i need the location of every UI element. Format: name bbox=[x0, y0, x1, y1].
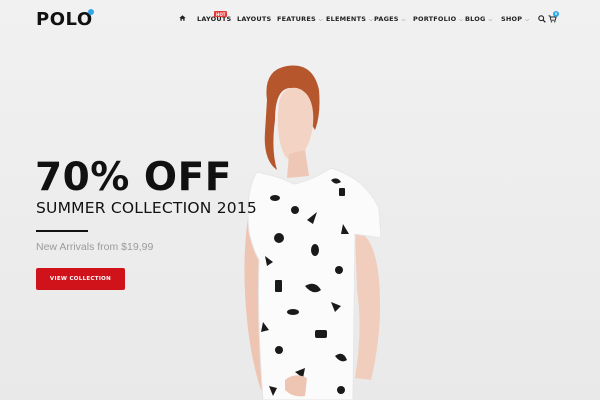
nav-item-label: SHOP bbox=[501, 15, 523, 23]
chevron-down-icon: ⌵ bbox=[369, 17, 374, 23]
nav-item-label: BLOG bbox=[465, 15, 486, 23]
nav-item-label: ELEMENTS bbox=[326, 15, 367, 23]
cart-count-badge: 0 bbox=[553, 11, 559, 17]
hero-divider bbox=[36, 230, 88, 232]
nav-item-portfolio[interactable]: PORTFOLIO ⌵ bbox=[413, 15, 463, 23]
site-header: POLO LAYOUTS LAYOUTS FEATURES ⌵ ELEMENTS ⌵… bbox=[0, 0, 600, 40]
nav-item-shop[interactable]: SHOP ⌵ bbox=[501, 15, 529, 23]
view-collection-button[interactable]: VIEW COLLECTION bbox=[36, 268, 125, 290]
hero-headline: 70% OFF bbox=[35, 155, 232, 200]
nav-item-label: FEATURES bbox=[277, 15, 316, 23]
search-icon[interactable] bbox=[538, 15, 546, 23]
nav-item-label: LAYOUTS bbox=[237, 15, 272, 23]
chevron-down-icon: ⌵ bbox=[459, 17, 464, 23]
main-nav: LAYOUTS LAYOUTS FEATURES ⌵ ELEMENTS ⌵ PAGE… bbox=[0, 15, 600, 27]
view-collection-label: VIEW COLLECTION bbox=[49, 276, 112, 282]
nav-item-pages[interactable]: PAGES ⌵ bbox=[374, 15, 406, 23]
hot-badge: HOT bbox=[214, 11, 228, 17]
nav-item-blog[interactable]: BLOG ⌵ bbox=[465, 15, 493, 23]
model-photo bbox=[244, 65, 382, 400]
chevron-down-icon: ⌵ bbox=[318, 17, 323, 23]
nav-item-elements[interactable]: ELEMENTS ⌵ bbox=[326, 15, 373, 23]
nav-item-label: PAGES bbox=[374, 15, 399, 23]
chevron-down-icon: ⌵ bbox=[525, 17, 530, 23]
hero-subheadline: SUMMER COLLECTION 2015 bbox=[36, 199, 257, 217]
chevron-down-icon: ⌵ bbox=[488, 17, 493, 23]
nav-item-features[interactable]: FEATURES ⌵ bbox=[277, 15, 323, 23]
nav-item-layouts[interactable]: LAYOUTS bbox=[237, 15, 271, 23]
chevron-down-icon: ⌵ bbox=[401, 17, 406, 23]
hero-tagline: New Arrivals from $19,99 bbox=[36, 241, 154, 253]
nav-item-label: PORTFOLIO bbox=[413, 15, 457, 23]
